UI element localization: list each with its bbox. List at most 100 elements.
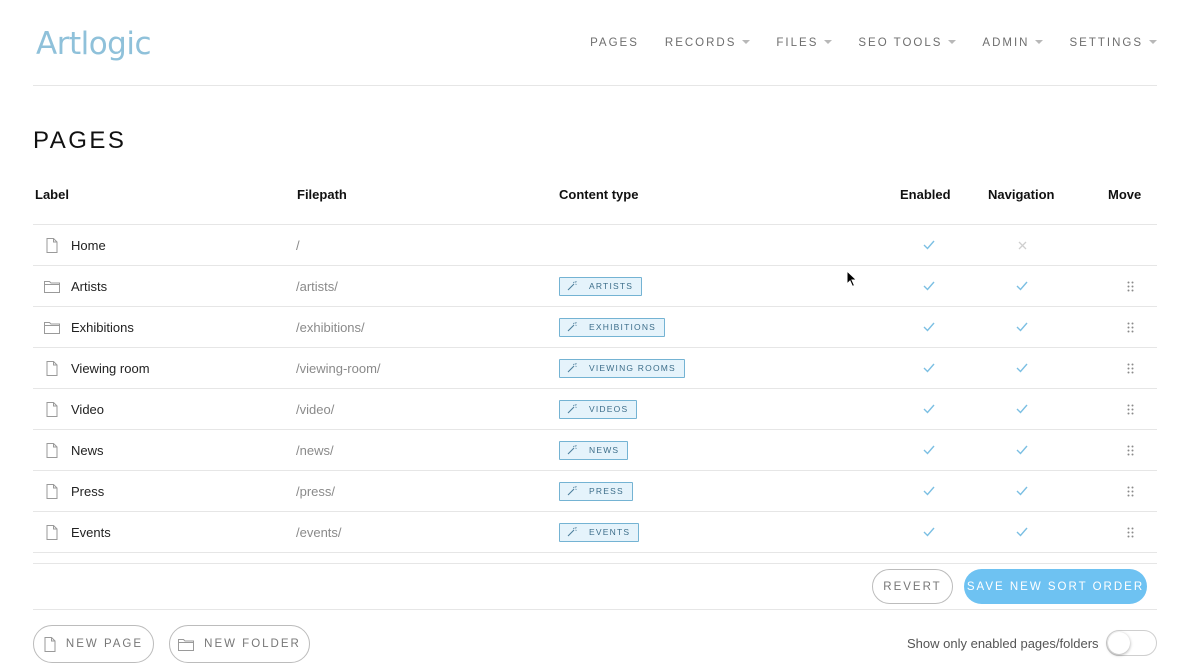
column-header-filepath: Filepath bbox=[297, 187, 347, 202]
row-label-cell[interactable]: News bbox=[43, 430, 104, 470]
row-content-type: EXHIBITIONS bbox=[559, 307, 666, 347]
row-label[interactable]: Video bbox=[71, 402, 104, 417]
file-icon bbox=[44, 636, 56, 652]
magic-wand-icon bbox=[567, 445, 583, 455]
content-type-label: VIEWING ROOMS bbox=[589, 363, 676, 373]
row-navigation-toggle[interactable] bbox=[1006, 430, 1038, 470]
save-sort-order-button[interactable]: SAVE NEW SORT ORDER bbox=[964, 569, 1147, 604]
drag-handle[interactable] bbox=[1114, 266, 1146, 306]
new-folder-button[interactable]: NEW FOLDER bbox=[169, 625, 310, 663]
row-label-cell[interactable]: Exhibitions bbox=[43, 307, 134, 347]
check-icon bbox=[923, 322, 935, 332]
nav-seo-tools-label: SEO TOOLS bbox=[858, 37, 943, 49]
row-content-type: VIDEOS bbox=[559, 389, 638, 429]
drag-handle[interactable] bbox=[1114, 348, 1146, 388]
table-row[interactable]: Events/events/EVENTS bbox=[33, 512, 1157, 553]
mouse-cursor-icon bbox=[846, 270, 858, 288]
row-filepath: /video/ bbox=[296, 401, 335, 417]
row-enabled-toggle[interactable] bbox=[913, 430, 945, 470]
page-title: PAGES bbox=[33, 127, 127, 154]
drag-handle[interactable] bbox=[1114, 512, 1146, 552]
nav-pages[interactable]: PAGES bbox=[590, 37, 639, 49]
row-label-cell[interactable]: Events bbox=[43, 512, 111, 552]
nav-records[interactable]: RECORDS bbox=[665, 37, 751, 49]
row-label[interactable]: Artists bbox=[71, 279, 107, 294]
row-navigation-toggle[interactable] bbox=[1006, 307, 1038, 347]
caret-down-icon bbox=[1035, 40, 1044, 44]
row-navigation-toggle[interactable] bbox=[1006, 266, 1038, 306]
row-navigation-toggle[interactable] bbox=[1006, 389, 1038, 429]
row-enabled-toggle[interactable] bbox=[913, 389, 945, 429]
row-enabled-toggle[interactable] bbox=[913, 266, 945, 306]
row-navigation-toggle[interactable] bbox=[1006, 348, 1038, 388]
row-label-cell[interactable]: Viewing room bbox=[43, 348, 150, 388]
row-label-cell[interactable]: Artists bbox=[43, 266, 107, 306]
row-enabled-toggle[interactable] bbox=[913, 512, 945, 552]
row-enabled-toggle[interactable] bbox=[913, 225, 945, 265]
content-type-badge[interactable]: EVENTS bbox=[559, 522, 640, 542]
check-icon bbox=[1016, 322, 1028, 332]
table-row[interactable]: News/news/NEWS bbox=[33, 430, 1157, 471]
drag-handle-icon bbox=[1127, 445, 1134, 456]
content-type-label: NEWS bbox=[589, 445, 620, 455]
row-navigation-toggle[interactable] bbox=[1006, 471, 1038, 511]
row-filepath: /press/ bbox=[296, 483, 336, 499]
table-end-divider bbox=[33, 553, 1157, 564]
drag-handle[interactable] bbox=[1114, 430, 1146, 470]
new-folder-label: NEW FOLDER bbox=[204, 638, 301, 650]
table-header: Label Filepath Content type Enabled Navi… bbox=[33, 174, 1157, 225]
enabled-filter-toggle[interactable] bbox=[1106, 630, 1157, 656]
nav-seo-tools[interactable]: SEO TOOLS bbox=[858, 37, 957, 49]
column-header-navigation: Navigation bbox=[988, 187, 1055, 202]
file-icon bbox=[43, 360, 60, 376]
content-type-badge[interactable]: EXHIBITIONS bbox=[559, 317, 666, 337]
check-icon bbox=[923, 281, 935, 291]
nav-admin[interactable]: ADMIN bbox=[982, 37, 1044, 49]
drag-handle[interactable] bbox=[1114, 307, 1146, 347]
drag-handle[interactable] bbox=[1114, 471, 1146, 511]
row-label[interactable]: Events bbox=[71, 525, 111, 540]
row-label-cell[interactable]: Video bbox=[43, 389, 104, 429]
row-enabled-toggle[interactable] bbox=[913, 471, 945, 511]
row-label-cell[interactable]: Press bbox=[43, 471, 104, 511]
content-type-badge[interactable]: VIDEOS bbox=[559, 399, 638, 419]
table-row[interactable]: Artists/artists/ARTISTS bbox=[33, 266, 1157, 307]
row-label-cell[interactable]: Home bbox=[43, 225, 106, 265]
row-label[interactable]: Viewing room bbox=[71, 361, 150, 376]
row-filepath: /events/ bbox=[296, 524, 342, 540]
drag-handle-icon bbox=[1127, 322, 1134, 333]
new-page-label: NEW PAGE bbox=[65, 638, 144, 650]
content-type-badge[interactable]: VIEWING ROOMS bbox=[559, 358, 685, 378]
drag-handle[interactable] bbox=[1114, 389, 1146, 429]
content-type-badge[interactable]: ARTISTS bbox=[559, 276, 643, 296]
table-row[interactable]: Press/press/PRESS bbox=[33, 471, 1157, 512]
content-type-badge[interactable]: PRESS bbox=[559, 481, 633, 501]
header: Artlogic PAGES RECORDS FILES SEO TOOLS A… bbox=[33, 0, 1157, 86]
table-row[interactable]: Video/video/VIDEOS bbox=[33, 389, 1157, 430]
row-label[interactable]: Press bbox=[71, 484, 104, 499]
table-row[interactable]: Home / bbox=[33, 225, 1157, 266]
toggle-knob[interactable] bbox=[1108, 632, 1130, 654]
check-icon bbox=[1016, 486, 1028, 496]
check-icon bbox=[923, 527, 935, 537]
caret-down-icon bbox=[824, 40, 833, 44]
row-content-type: VIEWING ROOMS bbox=[559, 348, 685, 388]
nav-settings[interactable]: SETTINGS bbox=[1069, 37, 1157, 49]
table-row[interactable]: Viewing room/viewing-room/VIEWING ROOMS bbox=[33, 348, 1157, 389]
row-label[interactable]: Home bbox=[71, 238, 106, 253]
nav-settings-label: SETTINGS bbox=[1069, 37, 1143, 49]
artlogic-logo[interactable]: Artlogic bbox=[36, 26, 152, 62]
row-navigation-toggle[interactable] bbox=[1006, 225, 1038, 265]
new-page-button[interactable]: NEW PAGE bbox=[33, 625, 154, 663]
content-type-badge[interactable]: NEWS bbox=[559, 440, 629, 460]
row-enabled-toggle[interactable] bbox=[913, 348, 945, 388]
file-icon bbox=[43, 237, 60, 253]
table-body: Home / Artists/artists/ARTISTS Exhibitions /… bbox=[33, 225, 1157, 553]
table-row[interactable]: Exhibitions/exhibitions/EXHIBITIONS bbox=[33, 307, 1157, 348]
row-label[interactable]: Exhibitions bbox=[71, 320, 134, 335]
revert-button[interactable]: REVERT bbox=[872, 569, 953, 604]
nav-files[interactable]: FILES bbox=[776, 37, 833, 49]
row-label[interactable]: News bbox=[71, 443, 104, 458]
row-enabled-toggle[interactable] bbox=[913, 307, 945, 347]
row-navigation-toggle[interactable] bbox=[1006, 512, 1038, 552]
